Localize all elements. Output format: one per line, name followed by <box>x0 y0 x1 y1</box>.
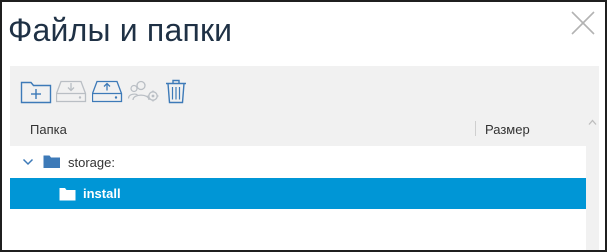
file-browser-panel: Папка Размер storage: install <box>10 66 599 250</box>
column-header-folder[interactable]: Папка <box>30 122 67 137</box>
upload-button[interactable] <box>92 76 128 106</box>
folder-tree: storage: install <box>10 146 586 250</box>
toolbar <box>20 76 200 106</box>
folder-icon <box>59 187 76 204</box>
user-permissions-icon <box>128 78 160 104</box>
download-drive-icon <box>56 78 88 104</box>
column-divider[interactable] <box>475 121 476 136</box>
folder-icon <box>43 154 61 172</box>
close-icon[interactable] <box>570 10 596 36</box>
trash-icon <box>164 78 190 104</box>
download-button[interactable] <box>56 76 92 106</box>
delete-button[interactable] <box>164 76 200 106</box>
scroll-up-arrow-icon[interactable] <box>586 116 599 129</box>
table-header: Папка Размер <box>10 116 586 142</box>
tree-item-label: install <box>83 186 121 201</box>
dialog-title: Файлы и папки <box>8 12 233 48</box>
tree-row-install[interactable]: install <box>10 178 586 209</box>
file-folder-dialog: Файлы и папки Папка Размер storage: inst… <box>0 0 607 252</box>
permissions-button[interactable] <box>128 76 164 106</box>
chevron-down-icon[interactable] <box>22 155 34 170</box>
new-folder-icon <box>20 78 52 104</box>
column-header-size[interactable]: Размер <box>485 122 530 137</box>
vertical-scrollbar[interactable] <box>586 116 599 250</box>
tree-item-label: storage: <box>68 155 115 170</box>
new-folder-button[interactable] <box>20 76 56 106</box>
tree-row-storage[interactable]: storage: <box>10 146 586 177</box>
upload-drive-icon <box>92 78 124 104</box>
